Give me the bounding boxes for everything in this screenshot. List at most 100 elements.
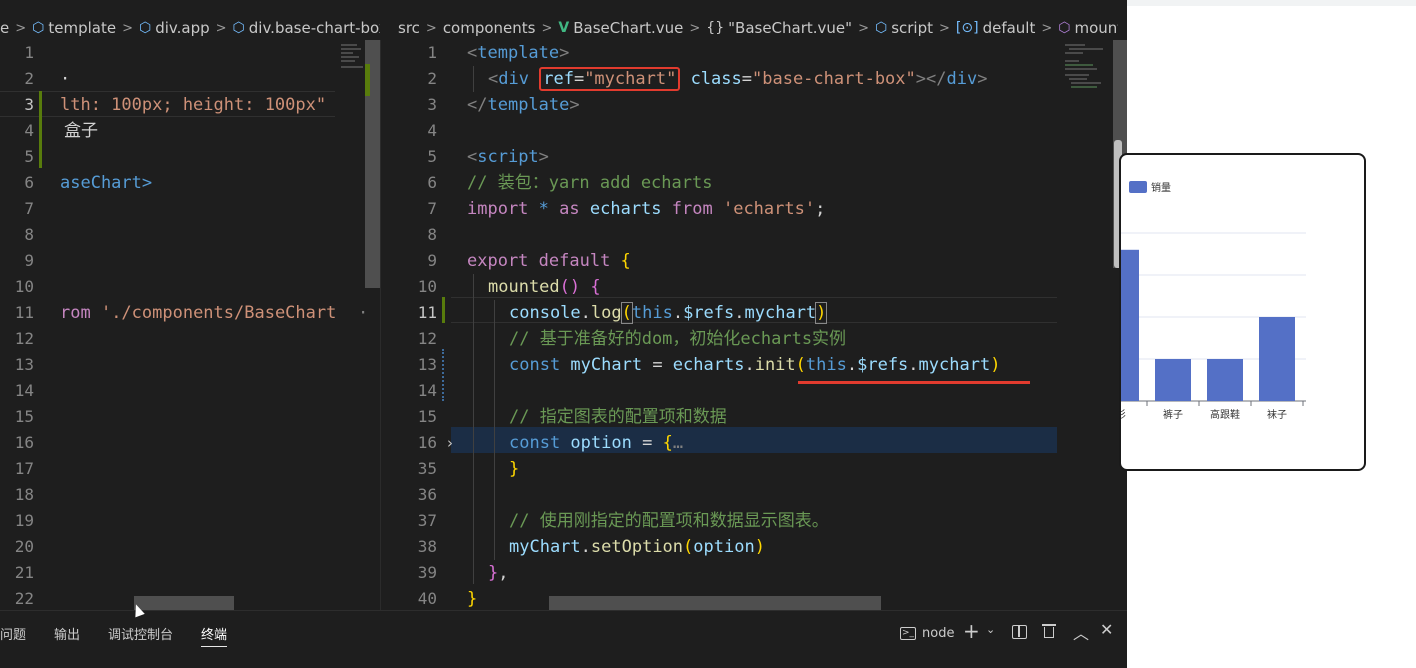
bar: [1259, 317, 1295, 401]
code-editor[interactable]: 1 2 3 4 5 6 7 8 9 10 11 12 13 14 15 16 3…: [381, 40, 1127, 610]
breadcrumb-item[interactable]: e: [0, 19, 9, 37]
chevron-down-icon[interactable]: ⌄: [986, 623, 995, 636]
chevron-right-icon: >: [689, 20, 701, 36]
minimap[interactable]: [1061, 40, 1113, 100]
breadcrumb-item[interactable]: div.app: [155, 19, 209, 37]
breadcrumb-item[interactable]: div.base-chart-box: [249, 19, 380, 37]
add-terminal-icon[interactable]: +: [963, 619, 980, 643]
breadcrumb-item[interactable]: script: [891, 19, 933, 37]
terminal-selector[interactable]: >_ node: [900, 623, 954, 643]
git-change-indicator: [442, 297, 445, 323]
code-line: const option = {…: [509, 433, 684, 453]
code-token: div: [946, 69, 978, 89]
code-token: ·: [60, 69, 71, 89]
line-number: 35: [417, 459, 437, 478]
line-number: 20: [14, 537, 34, 556]
base-chart-box: 销量衫 裤子 高跟鞋 袜子: [1119, 153, 1366, 471]
chevron-right-icon: >: [122, 20, 133, 36]
indent-guide: [473, 66, 474, 92]
trash-icon[interactable]: [1042, 623, 1056, 639]
code-token: from: [671, 199, 713, 219]
chevron-right-icon: >: [1041, 20, 1053, 36]
minimap[interactable]: [335, 40, 365, 120]
code-token: // 使用刚指定的配置项和数据显示图表。: [509, 511, 829, 531]
tab-terminal[interactable]: 终端: [201, 624, 228, 647]
red-underline-annotation: [798, 381, 1030, 384]
line-number: 5: [427, 147, 437, 166]
browser-toolbar: [1127, 0, 1416, 6]
code-line: // 指定图表的配置项和数据: [509, 404, 727, 430]
breadcrumb-item[interactable]: mounted: [1075, 19, 1119, 37]
code-line: myChart.setOption(option): [509, 537, 765, 557]
code-line: </template>: [467, 95, 580, 115]
code-token: echarts: [579, 199, 672, 219]
code-token: init: [754, 355, 796, 375]
code-token: lth: 100px; height: 100px": [60, 95, 327, 115]
left-editor[interactable]: 1 2 3 4 5 6 7 8 9 10 11 12 13 14 15 16 1…: [0, 40, 380, 610]
horizontal-scrollbar[interactable]: [134, 596, 234, 610]
line-number: 15: [417, 407, 437, 426]
code-token: const: [509, 355, 561, 375]
horizontal-scrollbar[interactable]: [549, 596, 881, 610]
breadcrumb-item[interactable]: "BaseChart.vue": [728, 19, 852, 37]
line-number: 37: [417, 511, 437, 530]
breadcrumb-item[interactable]: default: [983, 19, 1036, 37]
editor-group-divider[interactable]: [380, 40, 381, 610]
code-token: ref: [543, 69, 574, 89]
line-number: 17: [14, 459, 34, 478]
line-number: 7: [24, 199, 34, 218]
code-token: import: [467, 199, 529, 219]
line-number: 10: [417, 277, 437, 296]
tab-problems[interactable]: 问题: [0, 624, 26, 643]
chevron-right-icon: >: [858, 20, 869, 36]
line-number: 16: [417, 433, 437, 452]
line-numbers: 1 2 3 4 5 6 7 8 9 10 11 12 13 14 15 16 1…: [0, 40, 34, 610]
ref-icon: [⊙]: [955, 20, 979, 36]
line-number: 2: [427, 69, 437, 88]
line-number: 8: [24, 225, 34, 244]
chevron-right-icon: >: [15, 20, 27, 36]
bar: [1121, 249, 1139, 401]
x-tick-label: 裤子: [1163, 408, 1183, 421]
code-line: ·: [358, 300, 368, 326]
split-terminal-icon[interactable]: [1012, 625, 1027, 639]
breadcrumb-item[interactable]: template: [48, 19, 116, 37]
line-number: 9: [427, 251, 437, 270]
close-panel-icon[interactable]: ✕: [1100, 620, 1113, 639]
git-change-indicator: [442, 349, 445, 401]
chevron-right-icon: >: [541, 20, 553, 36]
line-number: 16: [14, 433, 34, 452]
line-number: 1: [24, 43, 34, 62]
line-number: 19: [14, 511, 34, 530]
code-token: this: [631, 303, 673, 323]
line-number: 39: [417, 563, 437, 582]
code-token: aseChart>: [60, 173, 153, 193]
code-token: // 装包：yarn add echarts: [467, 173, 713, 193]
line-number: 14: [14, 381, 34, 400]
breadcrumb-item[interactable]: BaseChart.vue: [573, 19, 683, 37]
legend-swatch: [1129, 181, 1147, 193]
code-token: console: [509, 303, 581, 323]
code-line: ·: [60, 66, 70, 92]
indent-guide: [473, 274, 474, 584]
cube-icon: ⬡: [232, 20, 245, 36]
tab-debug-console[interactable]: 调试控制台: [108, 624, 173, 643]
code-token[interactable]: …: [673, 433, 683, 453]
code-line: lth: 100px; height: 100px": [60, 92, 326, 118]
line-number: 6: [24, 173, 34, 192]
code-line: <div ref="mychart" class="base-chart-box…: [488, 67, 988, 91]
breadcrumb-item[interactable]: src: [398, 19, 420, 37]
chevron-right-icon: >: [425, 20, 437, 36]
line-number: 40: [417, 589, 437, 608]
cube-icon: ⬡: [139, 20, 152, 36]
maximize-panel-icon[interactable]: ︿: [1073, 620, 1089, 644]
fold-chevron-icon[interactable]: ›: [447, 430, 459, 456]
code-line: <template>: [467, 43, 570, 63]
breadcrumb-item[interactable]: components: [443, 19, 536, 37]
tab-output[interactable]: 输出: [54, 624, 80, 643]
code-line: // 基于准备好的dom，初始化echarts实例: [509, 326, 846, 352]
terminal-name: node: [922, 625, 955, 641]
code-token: ;: [815, 199, 826, 219]
vue-icon: V: [558, 20, 570, 36]
code-token: mounted: [488, 277, 560, 297]
